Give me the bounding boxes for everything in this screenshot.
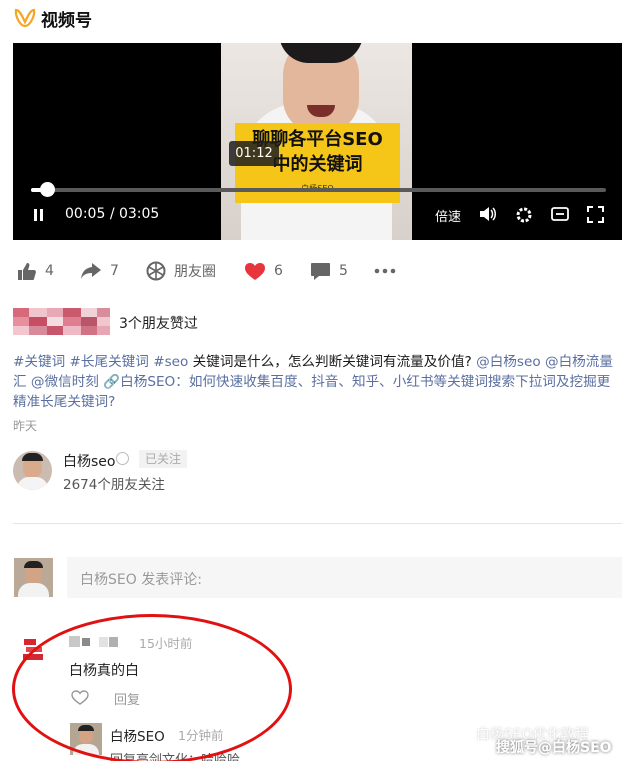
more-button[interactable] xyxy=(374,260,404,282)
fullscreen-icon[interactable] xyxy=(587,206,604,223)
channels-logo-icon xyxy=(14,8,36,28)
progress-knob[interactable] xyxy=(40,182,55,197)
more-dots-icon xyxy=(374,268,396,274)
progress-track[interactable] xyxy=(31,188,606,192)
app-name: 视频号 xyxy=(41,11,92,31)
watermark-line-2: 搜狐号@白杨SEO xyxy=(496,740,612,756)
speed-button[interactable]: 倍速 xyxy=(435,206,461,225)
seek-tooltip: 01:12 xyxy=(229,141,279,166)
liker-avatars-mosaic xyxy=(13,308,110,335)
my-avatar xyxy=(14,558,53,597)
author-avatar[interactable] xyxy=(13,451,52,490)
verified-icon xyxy=(116,452,129,465)
post-date: 昨天 xyxy=(13,419,38,433)
hashtag[interactable]: #seo xyxy=(153,354,188,370)
share-button[interactable]: 7 xyxy=(80,260,119,282)
share-arrow-icon xyxy=(81,263,101,279)
follower-count: 2674个朋友关注 xyxy=(63,477,165,493)
mention[interactable]: @白杨seo xyxy=(476,354,541,370)
comment-button[interactable]: 5 xyxy=(310,260,348,282)
divider xyxy=(13,523,622,524)
thumb-up-icon xyxy=(18,262,36,280)
follow-status-badge[interactable]: 已关注 xyxy=(139,450,188,468)
settings-icon[interactable] xyxy=(515,206,533,224)
comment-input-placeholder: 白杨SEO 发表评论: xyxy=(80,572,202,588)
red-circle-annotation xyxy=(12,614,292,761)
aperture-icon xyxy=(146,261,166,281)
post-text: 关键词是什么，怎么判断关键词有流量及价值? xyxy=(192,354,472,370)
article-link[interactable]: 🔗白杨SEO：如何快速收集百度、抖音、知乎、小红书等关键词搜索下拉词及挖掘更精准… xyxy=(13,374,610,410)
pause-icon[interactable] xyxy=(33,209,45,221)
likers-summary[interactable]: 3个朋友赞过 xyxy=(119,313,198,333)
comment-bubble-icon xyxy=(311,262,330,280)
link-icon: 🔗 xyxy=(103,374,121,390)
moments-button[interactable]: 朋友圈 xyxy=(146,260,216,282)
time-display: 00:05 / 03:05 xyxy=(65,206,160,222)
danmaku-icon[interactable] xyxy=(551,206,569,222)
hashtag[interactable]: #关键词 xyxy=(13,354,65,370)
video-player[interactable]: 聊聊各平台SEO 中的关键词 白杨SEO 01:12 00:05 / 03:05… xyxy=(13,43,622,240)
author-name[interactable]: 白杨seo xyxy=(63,451,115,471)
like-button[interactable]: 4 xyxy=(17,260,54,282)
mention[interactable]: @微信时刻 xyxy=(31,374,99,390)
hashtag[interactable]: #长尾关键词 xyxy=(70,354,149,370)
post-description: #关键词 #长尾关键词 #seo 关键词是什么，怎么判断关键词有流量及价值? @… xyxy=(13,352,621,412)
volume-icon[interactable] xyxy=(479,206,497,222)
heart-icon xyxy=(245,262,265,280)
favorite-button[interactable]: 6 xyxy=(244,260,283,282)
